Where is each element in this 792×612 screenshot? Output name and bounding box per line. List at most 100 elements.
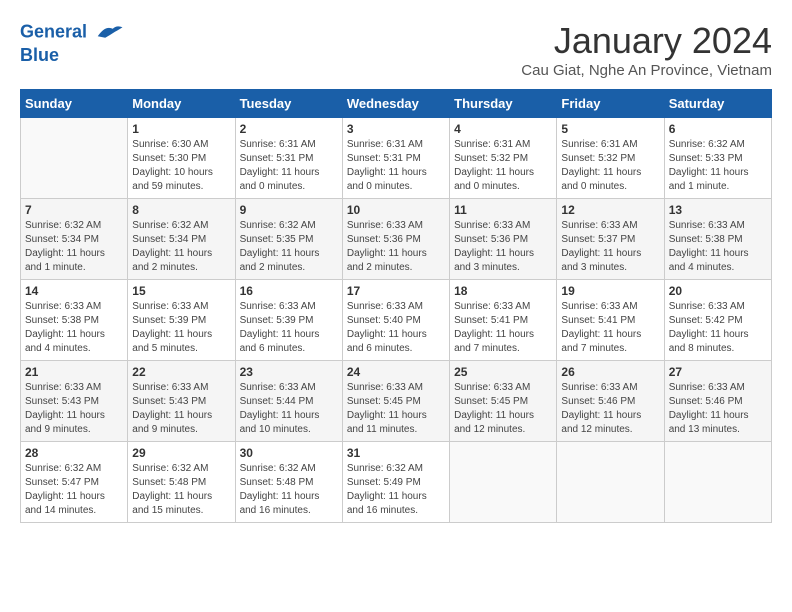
calendar-cell: 7Sunrise: 6:32 AM Sunset: 5:34 PM Daylig… [21, 199, 128, 280]
calendar-cell: 10 Sunrise: 6:33 AM Sunset: 5:36 PM Dayli… [342, 199, 449, 280]
day-number: 3 [347, 122, 445, 136]
calendar-cell: 5 Sunrise: 6:31 AM Sunset: 5:32 PM Daylig… [557, 118, 664, 199]
calendar-week-1: 1 Sunrise: 6:30 AM Sunset: 5:30 PM Daylig… [21, 118, 772, 199]
day-number: 28 [25, 446, 123, 460]
calendar-cell: 2 Sunrise: 6:31 AM Sunset: 5:31 PM Daylig… [235, 118, 342, 199]
day-number: 16 [240, 284, 338, 298]
day-info: Sunrise: 6:31 AM Sunset: 5:31 PM Dayligh… [240, 138, 338, 194]
day-number: 31 [347, 446, 445, 460]
calendar-cell: 6Sunrise: 6:32 AM Sunset: 5:33 PM Daylig… [664, 118, 771, 199]
logo: General Blue [20, 20, 124, 67]
day-info: Sunrise: 6:33 AM Sunset: 5:46 PM Dayligh… [669, 381, 767, 437]
day-info: Sunrise: 6:32 AM Sunset: 5:47 PM Dayligh… [25, 462, 123, 518]
weekday-saturday: Saturday [664, 90, 771, 118]
day-number: 15 [132, 284, 230, 298]
calendar-cell: 11Sunrise: 6:33 AM Sunset: 5:36 PM Dayli… [450, 199, 557, 280]
day-number: 18 [454, 284, 552, 298]
calendar-header: SundayMondayTuesdayWednesdayThursdayFrid… [21, 90, 772, 118]
day-info: Sunrise: 6:32 AM Sunset: 5:49 PM Dayligh… [347, 462, 445, 518]
calendar-cell: 13Sunrise: 6:33 AM Sunset: 5:38 PM Dayli… [664, 199, 771, 280]
weekday-thursday: Thursday [450, 90, 557, 118]
calendar-cell [21, 118, 128, 199]
calendar-cell: 30Sunrise: 6:32 AM Sunset: 5:48 PM Dayli… [235, 442, 342, 523]
day-number: 8 [132, 203, 230, 217]
title-block: January 2024 Cau Giat, Nghe An Province,… [521, 20, 772, 79]
day-info: Sunrise: 6:31 AM Sunset: 5:32 PM Dayligh… [454, 138, 552, 194]
day-info: Sunrise: 6:33 AM Sunset: 5:39 PM Dayligh… [240, 300, 338, 356]
day-number: 19 [561, 284, 659, 298]
calendar-cell [557, 442, 664, 523]
day-info: Sunrise: 6:32 AM Sunset: 5:33 PM Dayligh… [669, 138, 767, 194]
day-number: 26 [561, 365, 659, 379]
day-info: Sunrise: 6:33 AM Sunset: 5:45 PM Dayligh… [347, 381, 445, 437]
day-number: 13 [669, 203, 767, 217]
day-number: 25 [454, 365, 552, 379]
day-info: Sunrise: 6:33 AM Sunset: 5:46 PM Dayligh… [561, 381, 659, 437]
day-number: 14 [25, 284, 123, 298]
day-number: 5 [561, 122, 659, 136]
calendar-cell: 14 Sunrise: 6:33 AM Sunset: 5:38 PM Dayli… [21, 280, 128, 361]
day-info: Sunrise: 6:32 AM Sunset: 5:48 PM Dayligh… [132, 462, 230, 518]
day-info: Sunrise: 6:33 AM Sunset: 5:39 PM Dayligh… [132, 300, 230, 356]
calendar-cell: 21Sunrise: 6:33 AM Sunset: 5:43 PM Dayli… [21, 361, 128, 442]
day-number: 27 [669, 365, 767, 379]
day-info: Sunrise: 6:33 AM Sunset: 5:42 PM Dayligh… [669, 300, 767, 356]
day-info: Sunrise: 6:33 AM Sunset: 5:37 PM Dayligh… [561, 219, 659, 275]
day-info: Sunrise: 6:33 AM Sunset: 5:43 PM Dayligh… [25, 381, 123, 437]
calendar-cell: 8 Sunrise: 6:32 AM Sunset: 5:34 PM Daylig… [128, 199, 235, 280]
day-info: Sunrise: 6:33 AM Sunset: 5:41 PM Dayligh… [561, 300, 659, 356]
day-info: Sunrise: 6:32 AM Sunset: 5:34 PM Dayligh… [132, 219, 230, 275]
day-number: 12 [561, 203, 659, 217]
calendar-week-5: 28 Sunrise: 6:32 AM Sunset: 5:47 PM Dayli… [21, 442, 772, 523]
day-info: Sunrise: 6:31 AM Sunset: 5:32 PM Dayligh… [561, 138, 659, 194]
calendar-cell: 25 Sunrise: 6:33 AM Sunset: 5:45 PM Dayli… [450, 361, 557, 442]
day-info: Sunrise: 6:30 AM Sunset: 5:30 PM Dayligh… [132, 138, 230, 194]
day-info: Sunrise: 6:33 AM Sunset: 5:38 PM Dayligh… [25, 300, 123, 356]
calendar-cell: 22 Sunrise: 6:33 AM Sunset: 5:43 PM Dayli… [128, 361, 235, 442]
day-number: 30 [240, 446, 338, 460]
month-title: January 2024 [521, 20, 772, 62]
day-number: 29 [132, 446, 230, 460]
calendar-cell: 20Sunrise: 6:33 AM Sunset: 5:42 PM Dayli… [664, 280, 771, 361]
calendar-cell: 16 Sunrise: 6:33 AM Sunset: 5:39 PM Dayli… [235, 280, 342, 361]
day-number: 7 [25, 203, 123, 217]
calendar-week-4: 21Sunrise: 6:33 AM Sunset: 5:43 PM Dayli… [21, 361, 772, 442]
calendar-cell: 19 Sunrise: 6:33 AM Sunset: 5:41 PM Dayli… [557, 280, 664, 361]
logo-blue: Blue [20, 45, 124, 67]
weekday-header-row: SundayMondayTuesdayWednesdayThursdayFrid… [21, 90, 772, 118]
calendar-cell: 4 Sunrise: 6:31 AM Sunset: 5:32 PM Daylig… [450, 118, 557, 199]
day-info: Sunrise: 6:33 AM Sunset: 5:44 PM Dayligh… [240, 381, 338, 437]
calendar-cell: 27 Sunrise: 6:33 AM Sunset: 5:46 PM Dayli… [664, 361, 771, 442]
calendar-week-3: 14 Sunrise: 6:33 AM Sunset: 5:38 PM Dayli… [21, 280, 772, 361]
calendar-cell: 18 Sunrise: 6:33 AM Sunset: 5:41 PM Dayli… [450, 280, 557, 361]
day-info: Sunrise: 6:33 AM Sunset: 5:45 PM Dayligh… [454, 381, 552, 437]
calendar-body: 1 Sunrise: 6:30 AM Sunset: 5:30 PM Daylig… [21, 118, 772, 523]
calendar-cell: 31 Sunrise: 6:32 AM Sunset: 5:49 PM Dayli… [342, 442, 449, 523]
day-number: 22 [132, 365, 230, 379]
calendar-cell: 29 Sunrise: 6:32 AM Sunset: 5:48 PM Dayli… [128, 442, 235, 523]
day-info: Sunrise: 6:33 AM Sunset: 5:41 PM Dayligh… [454, 300, 552, 356]
calendar-cell: 1 Sunrise: 6:30 AM Sunset: 5:30 PM Daylig… [128, 118, 235, 199]
location-subtitle: Cau Giat, Nghe An Province, Vietnam [521, 62, 772, 79]
weekday-monday: Monday [128, 90, 235, 118]
calendar-cell: 9Sunrise: 6:32 AM Sunset: 5:35 PM Daylig… [235, 199, 342, 280]
page-header: General Blue January 2024 Cau Giat, Nghe… [20, 20, 772, 79]
calendar-table: SundayMondayTuesdayWednesdayThursdayFrid… [20, 89, 772, 523]
calendar-cell: 24Sunrise: 6:33 AM Sunset: 5:45 PM Dayli… [342, 361, 449, 442]
day-info: Sunrise: 6:33 AM Sunset: 5:36 PM Dayligh… [347, 219, 445, 275]
day-number: 2 [240, 122, 338, 136]
weekday-tuesday: Tuesday [235, 90, 342, 118]
calendar-cell: 28 Sunrise: 6:32 AM Sunset: 5:47 PM Dayli… [21, 442, 128, 523]
day-number: 10 [347, 203, 445, 217]
calendar-cell: 17 Sunrise: 6:33 AM Sunset: 5:40 PM Dayli… [342, 280, 449, 361]
day-info: Sunrise: 6:33 AM Sunset: 5:43 PM Dayligh… [132, 381, 230, 437]
calendar-cell: 26 Sunrise: 6:33 AM Sunset: 5:46 PM Dayli… [557, 361, 664, 442]
day-info: Sunrise: 6:33 AM Sunset: 5:40 PM Dayligh… [347, 300, 445, 356]
calendar-cell: 23Sunrise: 6:33 AM Sunset: 5:44 PM Dayli… [235, 361, 342, 442]
calendar-cell: 3Sunrise: 6:31 AM Sunset: 5:31 PM Daylig… [342, 118, 449, 199]
weekday-friday: Friday [557, 90, 664, 118]
calendar-cell [450, 442, 557, 523]
day-number: 1 [132, 122, 230, 136]
day-number: 4 [454, 122, 552, 136]
day-number: 17 [347, 284, 445, 298]
